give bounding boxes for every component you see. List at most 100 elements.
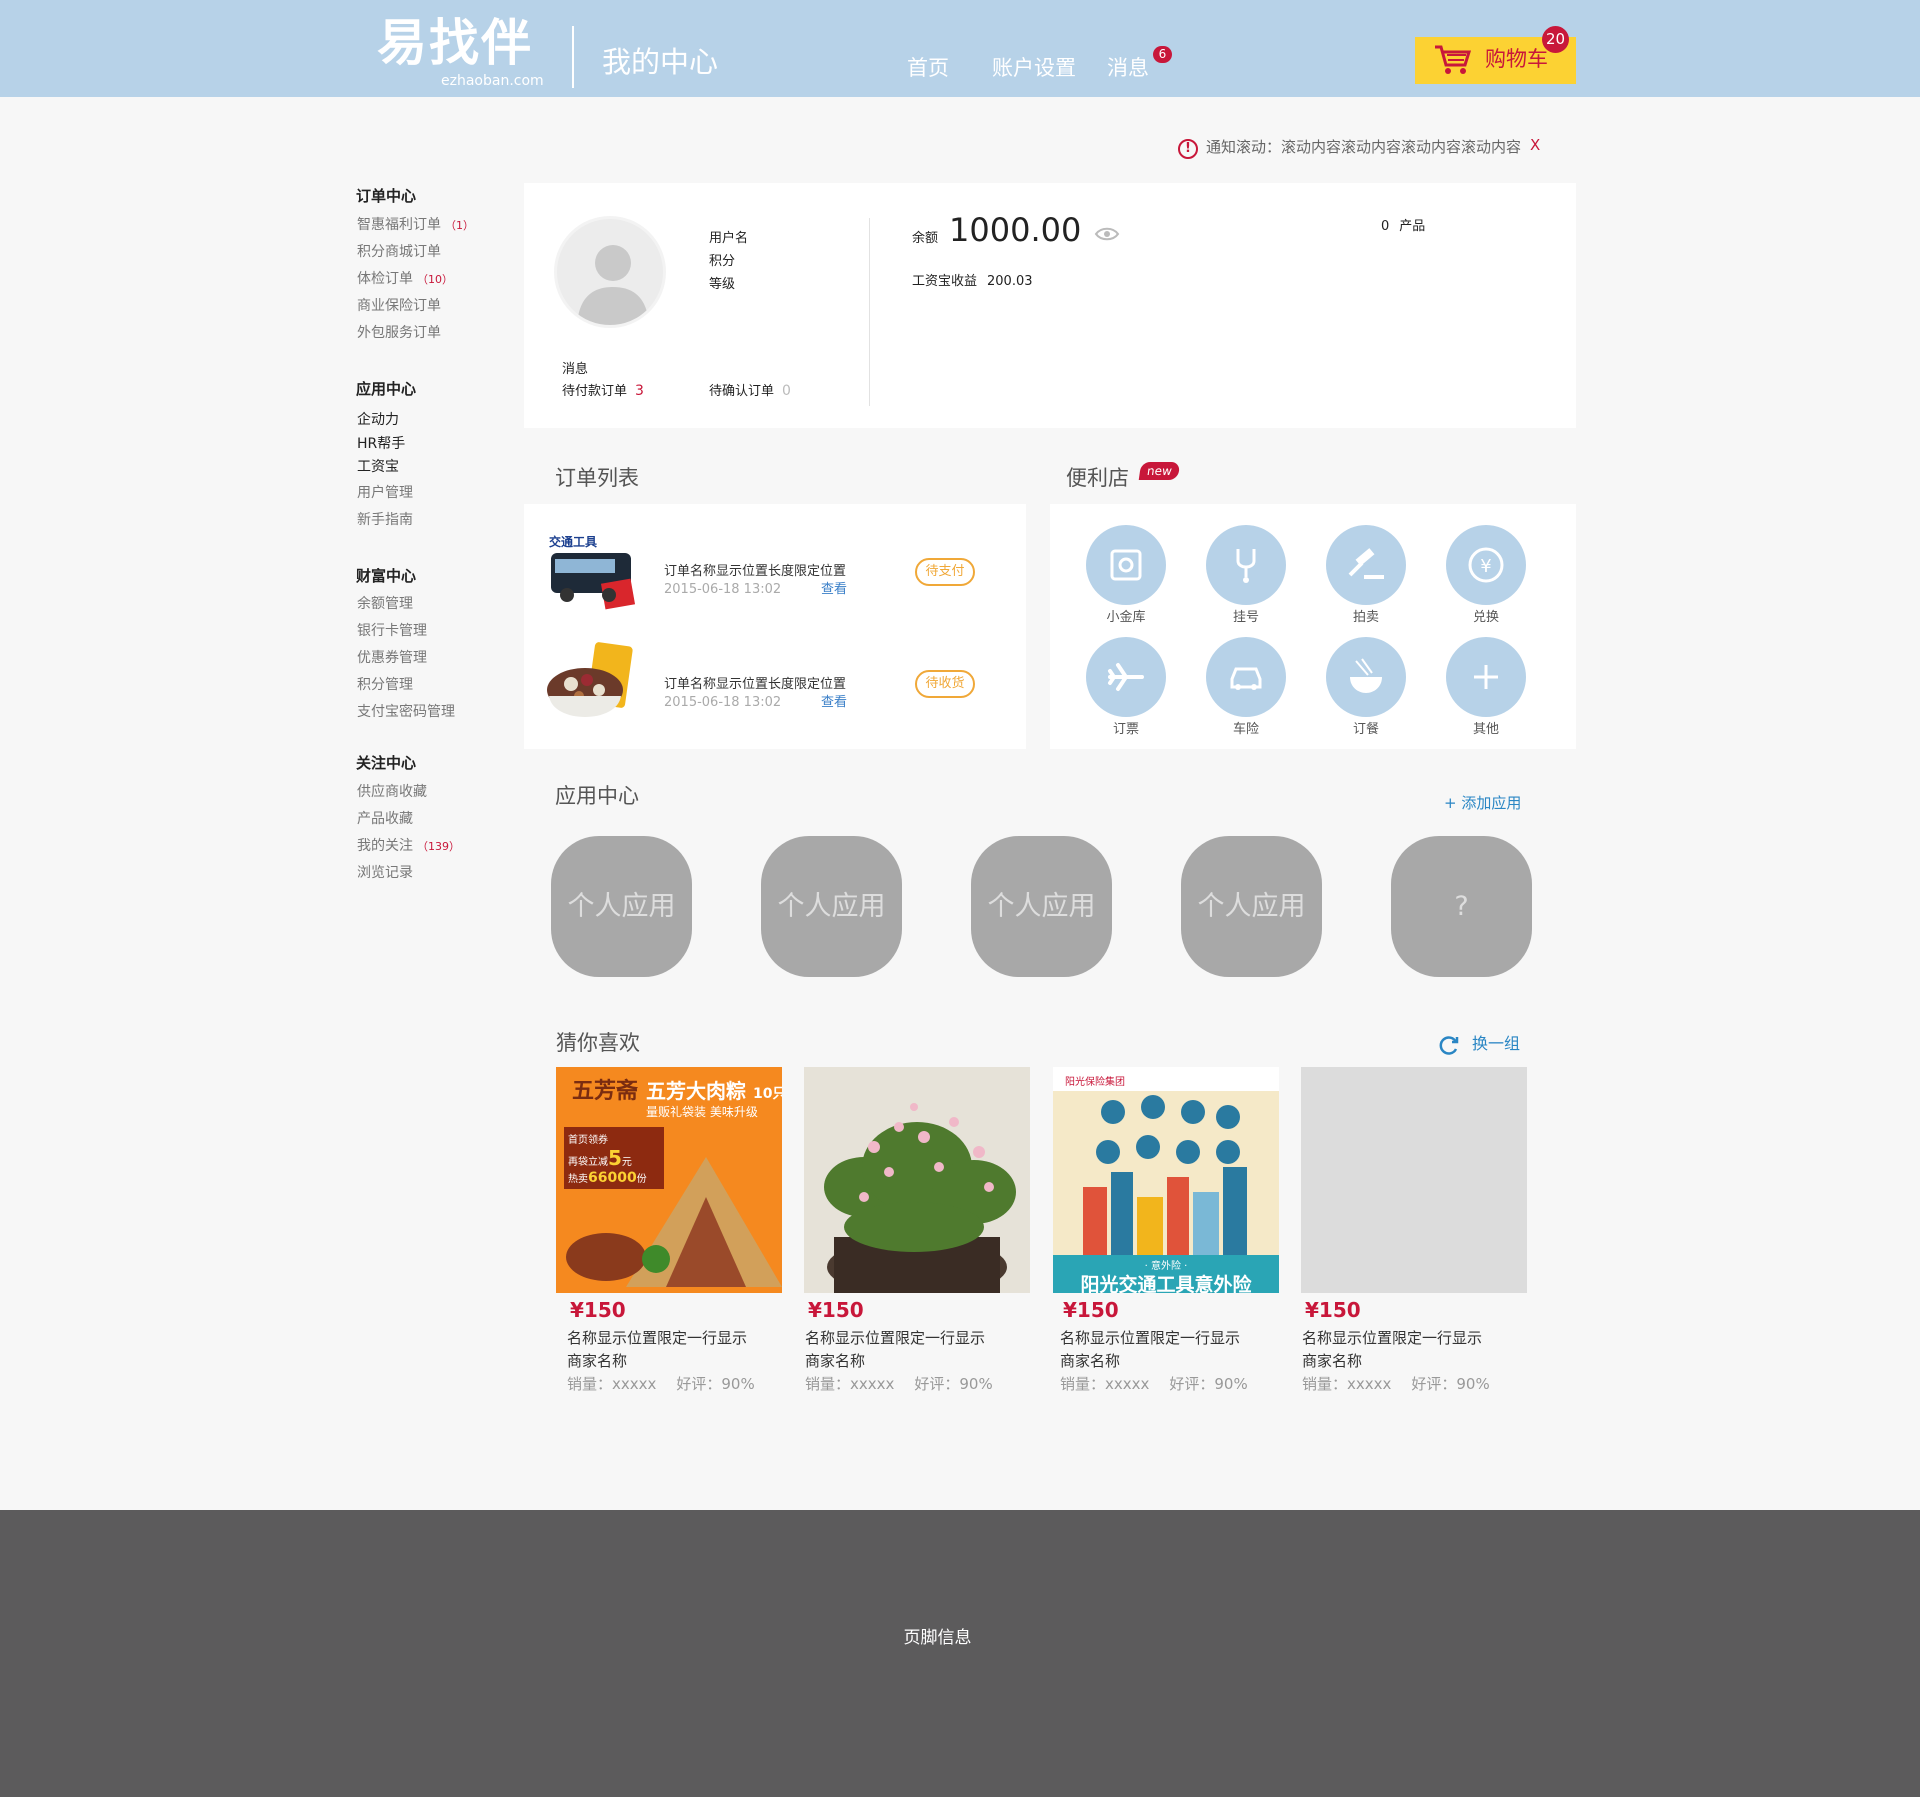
nav-messages[interactable]: 消息 bbox=[1107, 58, 1149, 79]
store-item-meal[interactable] bbox=[1326, 637, 1406, 717]
app-tile[interactable]: 个人应用 bbox=[1181, 836, 1322, 977]
order-view-link[interactable]: 查看 bbox=[821, 583, 847, 596]
store-item-tickets[interactable] bbox=[1086, 637, 1166, 717]
order-status-badge[interactable]: 待收货 bbox=[915, 670, 975, 698]
sidebar-item-balance-management[interactable]: 余额管理 bbox=[357, 597, 413, 611]
sidebar-item-bank-card-management[interactable]: 银行卡管理 bbox=[357, 624, 427, 638]
app-tile[interactable]: 个人应用 bbox=[971, 836, 1112, 977]
notice-close-button[interactable]: X bbox=[1530, 135, 1540, 155]
app-tile[interactable]: 个人应用 bbox=[551, 836, 692, 977]
order-name[interactable]: 订单名称显示位置长度限定位置 bbox=[664, 678, 846, 691]
messages-label[interactable]: 消息 bbox=[562, 363, 588, 376]
pending-payment-orders[interactable]: 待付款订单 3 bbox=[562, 384, 644, 398]
order-view-link[interactable]: 查看 bbox=[821, 696, 847, 709]
safe-icon bbox=[1110, 549, 1142, 581]
level-label: 等级 bbox=[709, 277, 736, 292]
store-item-auction[interactable] bbox=[1326, 525, 1406, 605]
nav-home[interactable]: 首页 bbox=[907, 58, 949, 79]
site-logo-domain: ezhaoban.com bbox=[441, 73, 544, 89]
balance-value: 1000.00 bbox=[949, 211, 1082, 249]
recommend-section-title: 猜你喜欢 bbox=[556, 1031, 640, 1055]
sidebar-item-welfare-orders[interactable]: 智惠福利订单 （1） bbox=[357, 218, 474, 232]
store-item-exchange[interactable]: ¥ bbox=[1446, 525, 1526, 605]
header-divider bbox=[572, 26, 574, 88]
eye-icon[interactable] bbox=[1094, 226, 1120, 246]
product-image[interactable]: 五芳斋 五芳大肉粽 10只 量贩礼袋装 美味升级 首页领券 再袋立减5元 热卖6… bbox=[556, 1067, 782, 1293]
product-name[interactable]: 名称显示位置限定一行显示 bbox=[805, 1331, 985, 1346]
sidebar-item-product-favorites[interactable]: 产品收藏 bbox=[357, 812, 413, 826]
cart-count-badge: 20 bbox=[1542, 26, 1569, 53]
messages-count-badge: 6 bbox=[1153, 46, 1172, 63]
order-name[interactable]: 订单名称显示位置长度限定位置 bbox=[664, 565, 846, 578]
avatar[interactable] bbox=[554, 216, 666, 328]
sidebar-group-wealth: 财富中心 bbox=[356, 567, 417, 585]
profile-divider bbox=[869, 218, 870, 406]
store-label-car-insurance: 车险 bbox=[1232, 722, 1259, 737]
product-image[interactable]: 阳光保险集团 · 意外险 · 阳光交通工具意外险 bbox=[1053, 1067, 1279, 1293]
order-time: 2015-06-18 13:02 bbox=[664, 695, 782, 710]
product-stats: 销量：xxxxx 好评：90% bbox=[1302, 1375, 1490, 1393]
sidebar-item-hr-helper[interactable]: HR帮手 bbox=[357, 437, 405, 451]
stethoscope-icon bbox=[1236, 549, 1256, 583]
balance-label: 余额 bbox=[912, 231, 939, 246]
order-status-badge[interactable]: 待支付 bbox=[915, 558, 975, 586]
store-item-vault[interactable] bbox=[1086, 525, 1166, 605]
app-tile[interactable]: 个人应用 bbox=[761, 836, 902, 977]
bowl-icon bbox=[1350, 658, 1382, 693]
app-tile-unknown[interactable]: ? bbox=[1391, 836, 1532, 977]
product-name[interactable]: 名称显示位置限定一行显示 bbox=[567, 1331, 747, 1346]
product-name[interactable]: 名称显示位置限定一行显示 bbox=[1302, 1331, 1482, 1346]
sidebar-group-orders: 订单中心 bbox=[356, 187, 417, 205]
store-item-registration[interactable] bbox=[1206, 525, 1286, 605]
sidebar-item-user-management[interactable]: 用户管理 bbox=[357, 486, 413, 500]
notice-text: 通知滚动：滚动内容滚动内容滚动内容滚动内容 bbox=[1206, 138, 1522, 156]
nav-account-settings[interactable]: 账户设置 bbox=[992, 58, 1076, 79]
order-thumb-bus[interactable]: 交通工具 bbox=[543, 521, 639, 617]
pending-confirm-orders[interactable]: 待确认订单 0 bbox=[709, 384, 791, 398]
store-item-other[interactable] bbox=[1446, 637, 1526, 717]
product-image[interactable] bbox=[804, 1067, 1030, 1293]
product-shop[interactable]: 商家名称 bbox=[1060, 1354, 1120, 1369]
product-stats: 销量：xxxxx 好评：90% bbox=[805, 1375, 993, 1393]
refresh-button[interactable]: 换一组 bbox=[1472, 1036, 1520, 1052]
username-label: 用户名 bbox=[709, 231, 749, 246]
product-shop[interactable]: 商家名称 bbox=[1302, 1354, 1362, 1369]
sidebar-item-beginner-guide[interactable]: 新手指南 bbox=[357, 513, 413, 527]
sidebar-item-insurance-orders[interactable]: 商业保险订单 bbox=[357, 299, 441, 313]
new-badge: new bbox=[1138, 462, 1181, 480]
product-name[interactable]: 名称显示位置限定一行显示 bbox=[1060, 1331, 1240, 1346]
product-price: ¥150 bbox=[1063, 1298, 1119, 1322]
sidebar-item-points-management[interactable]: 积分管理 bbox=[357, 678, 413, 692]
store-item-car-insurance[interactable] bbox=[1206, 637, 1286, 717]
points-label: 积分 bbox=[709, 254, 736, 269]
order-thumb-food[interactable] bbox=[541, 638, 637, 734]
refresh-icon[interactable] bbox=[1438, 1034, 1460, 1060]
product-price: ¥150 bbox=[570, 1298, 626, 1322]
sidebar-item-my-follows[interactable]: 我的关注 （139） bbox=[357, 839, 460, 853]
sidebar-item-alipay-password[interactable]: 支付宝密码管理 bbox=[357, 705, 455, 719]
site-logo[interactable]: 易找伴 bbox=[377, 18, 533, 68]
products-count[interactable]: 0 产品 bbox=[1381, 220, 1425, 233]
product-shop[interactable]: 商家名称 bbox=[567, 1354, 627, 1369]
sidebar-item-points-mall-orders[interactable]: 积分商城订单 bbox=[357, 245, 441, 259]
yen-coin-icon: ¥ bbox=[1468, 547, 1504, 583]
sidebar-item-qidongli[interactable]: 企动力 bbox=[357, 413, 399, 427]
store-label-vault: 小金库 bbox=[1106, 610, 1146, 625]
sidebar-item-browse-history[interactable]: 浏览记录 bbox=[357, 866, 413, 880]
product-shop[interactable]: 商家名称 bbox=[805, 1354, 865, 1369]
plus-icon bbox=[1474, 665, 1498, 689]
footer-text: 页脚信息 bbox=[903, 1628, 972, 1648]
sidebar-item-supplier-favorites[interactable]: 供应商收藏 bbox=[357, 785, 427, 799]
store-label-meal: 订餐 bbox=[1352, 722, 1379, 737]
svg-text:¥: ¥ bbox=[1480, 556, 1491, 577]
order-time: 2015-06-18 13:02 bbox=[664, 582, 782, 597]
sidebar-item-salary-treasure[interactable]: 工资宝 bbox=[357, 460, 399, 474]
sidebar-item-checkup-orders[interactable]: 体检订单 （10） bbox=[357, 272, 453, 286]
product-image-placeholder[interactable] bbox=[1301, 1067, 1527, 1293]
notice-alert-icon: ! bbox=[1178, 139, 1198, 159]
sidebar-item-coupon-management[interactable]: 优惠券管理 bbox=[357, 651, 427, 665]
airplane-icon bbox=[1108, 663, 1144, 691]
pending-payment-count: 3 bbox=[635, 383, 644, 399]
sidebar-item-outsourcing-orders[interactable]: 外包服务订单 bbox=[357, 326, 441, 340]
add-app-button[interactable]: + 添加应用 bbox=[1444, 796, 1521, 811]
